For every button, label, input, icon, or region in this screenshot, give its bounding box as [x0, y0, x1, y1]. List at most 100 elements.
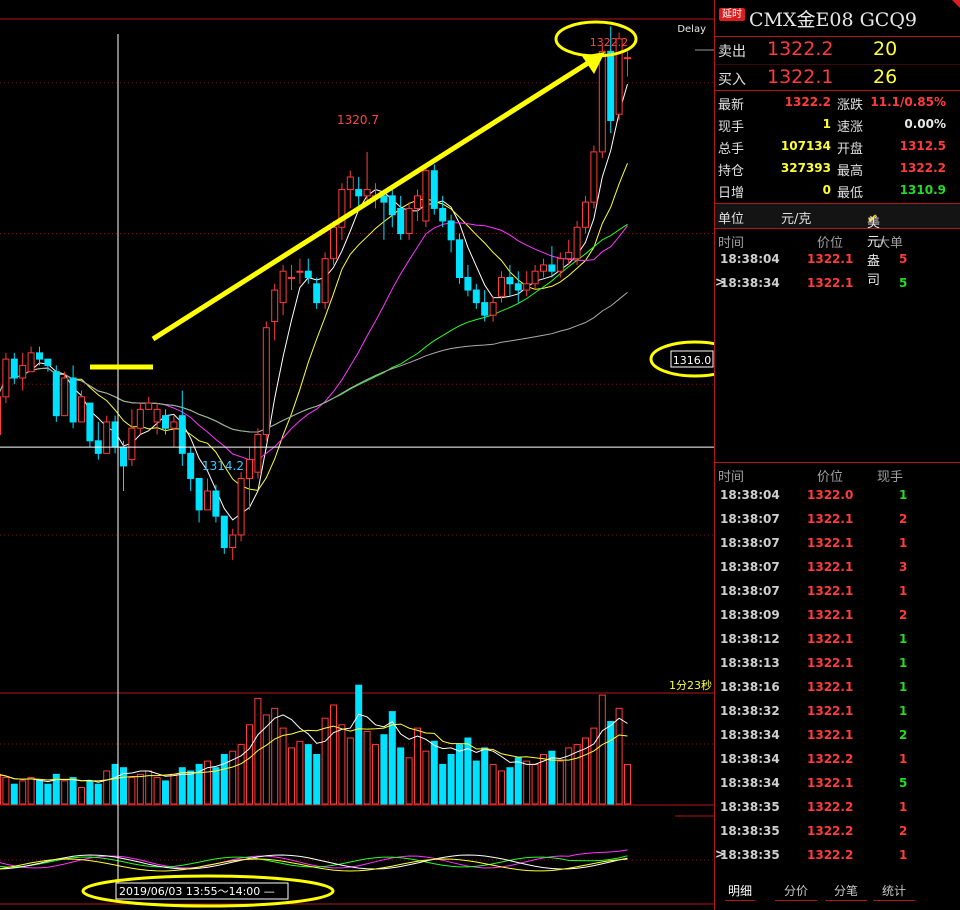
row-qty: 1: [899, 488, 908, 502]
table-row[interactable]: 18:38:07 1322.1 3: [715, 556, 960, 580]
volume-bar: [61, 780, 69, 805]
row-qty: 5: [899, 252, 908, 266]
candle: [556, 252, 564, 278]
candle: [279, 264, 287, 316]
candle: [2, 352, 10, 404]
table-row[interactable]: 18:38:04 1322.0 1: [715, 484, 960, 508]
row-price: 1322.1: [807, 656, 854, 670]
table-row[interactable]: 18:38:04 1322.1 5: [715, 248, 960, 272]
candle: [439, 195, 447, 228]
candle-body: [288, 276, 295, 279]
table-row[interactable]: 18:38:07 1322.1 1: [715, 580, 960, 604]
candle-body: [321, 258, 329, 304]
candle: [229, 528, 237, 561]
candle-body: [19, 364, 27, 379]
row-time: 18:38:34: [720, 276, 780, 290]
table-row[interactable]: 18:38:07 1322.1 1: [715, 532, 960, 556]
volume-bar: [304, 744, 312, 805]
candle-body: [111, 421, 119, 448]
row-time: 18:38:04: [720, 252, 780, 266]
candle: [271, 283, 279, 341]
tab-0[interactable]: 明细: [725, 882, 755, 901]
table-row[interactable]: >18:38:34 1322.1 5: [715, 272, 960, 296]
candle-body: [10, 358, 18, 379]
volume-bar: [52, 773, 60, 805]
row-qty: 1: [899, 680, 908, 694]
ask-price: 1322.2: [767, 38, 834, 60]
candle: [346, 170, 354, 209]
volume-bar: [94, 783, 102, 805]
stat-3-right: 最高 1322.2: [837, 158, 946, 180]
table-row[interactable]: 18:38:34 1322.1 5: [715, 772, 960, 796]
volume-bar: [380, 734, 388, 805]
candle: [447, 214, 455, 253]
row-time: 18:38:07: [720, 536, 780, 550]
row-price: 1322.2: [807, 752, 854, 766]
table-row[interactable]: 18:38:35 1322.2 1: [715, 796, 960, 820]
candle: [397, 195, 405, 240]
candle-body: [489, 302, 497, 316]
volume-bar: [288, 747, 295, 805]
candle: [548, 246, 556, 278]
tab-1[interactable]: 分价: [775, 882, 817, 901]
volume-bar: [330, 704, 337, 805]
candle: [582, 195, 589, 234]
stat-value: 1310.9: [899, 183, 946, 197]
volume-bar: [523, 760, 531, 805]
table-row[interactable]: 18:38:12 1322.1 1: [715, 628, 960, 652]
row-time: 18:38:32: [720, 704, 780, 718]
ask-row: 卖出 1322.2 20: [715, 36, 960, 65]
stat-1-left: 现手 1: [718, 114, 831, 136]
candle: [540, 258, 547, 278]
volume-bar: [162, 780, 169, 805]
unit-selector[interactable]: 单位 元/克 ✔ 美元/盎司: [715, 203, 960, 288]
ma10-line: [0, 163, 628, 491]
candle-body: [304, 270, 312, 278]
row-price: 1322.1: [807, 632, 854, 646]
table-row[interactable]: 18:38:35 1322.2 2: [715, 820, 960, 844]
volume-bar: [422, 750, 430, 805]
candle-body: [565, 251, 573, 260]
volume-bar: [36, 780, 43, 805]
candle-body: [430, 170, 438, 209]
candle-body: [195, 477, 203, 511]
candle-body: [204, 490, 211, 511]
last-price-label: 1322.2: [590, 36, 629, 49]
table-row[interactable]: 18:38:34 1322.2 1: [715, 748, 960, 772]
volume-bar: [514, 757, 522, 805]
candle-body: [36, 352, 43, 360]
table-row[interactable]: 18:38:34 1322.1 2: [715, 724, 960, 748]
table-row[interactable]: 18:38:13 1322.1 1: [715, 652, 960, 676]
volume-bar: [439, 763, 447, 805]
volume-bar: [111, 763, 119, 805]
volume-bar: [44, 783, 52, 805]
row-time: 18:38:35: [720, 800, 780, 814]
tab-3[interactable]: 统计: [873, 882, 915, 901]
stat-value: 107134: [780, 139, 831, 153]
row-price: 1322.2: [807, 848, 854, 862]
row-qty: 2: [899, 824, 908, 838]
candle: [212, 484, 220, 523]
candle-body: [86, 402, 94, 442]
row-time: 18:38:35: [720, 824, 780, 838]
table-row[interactable]: 18:38:07 1322.1 2: [715, 508, 960, 532]
row-price: 1322.1: [807, 276, 854, 290]
stat-label: 速涨: [837, 120, 864, 135]
table-row[interactable]: >18:38:35 1322.2 1: [715, 844, 960, 868]
countdown-label: 1分23秒: [669, 678, 712, 692]
candle-body: [472, 289, 480, 304]
table-row[interactable]: 18:38:16 1322.1 1: [715, 676, 960, 700]
price-chart[interactable]: 1320.7 1314.2 1322.2 Delay 1分23秒 1316.0 2019/0…: [0, 0, 714, 910]
volume-bar: [10, 783, 18, 805]
candle-body: [187, 452, 195, 479]
volume-bar: [0, 773, 1, 805]
table-row[interactable]: 18:38:09 1322.1 2: [715, 604, 960, 628]
tab-2[interactable]: 分笔: [825, 882, 867, 901]
row-qty: 1: [899, 536, 908, 550]
row-time: 18:38:13: [720, 656, 780, 670]
candle: [178, 390, 186, 466]
detail-tabs: 明细 分价 分笔 统计: [715, 880, 960, 910]
table-row[interactable]: 18:38:32 1322.1 1: [715, 700, 960, 724]
volume-bar: [405, 757, 413, 805]
candle-body: [178, 415, 186, 454]
